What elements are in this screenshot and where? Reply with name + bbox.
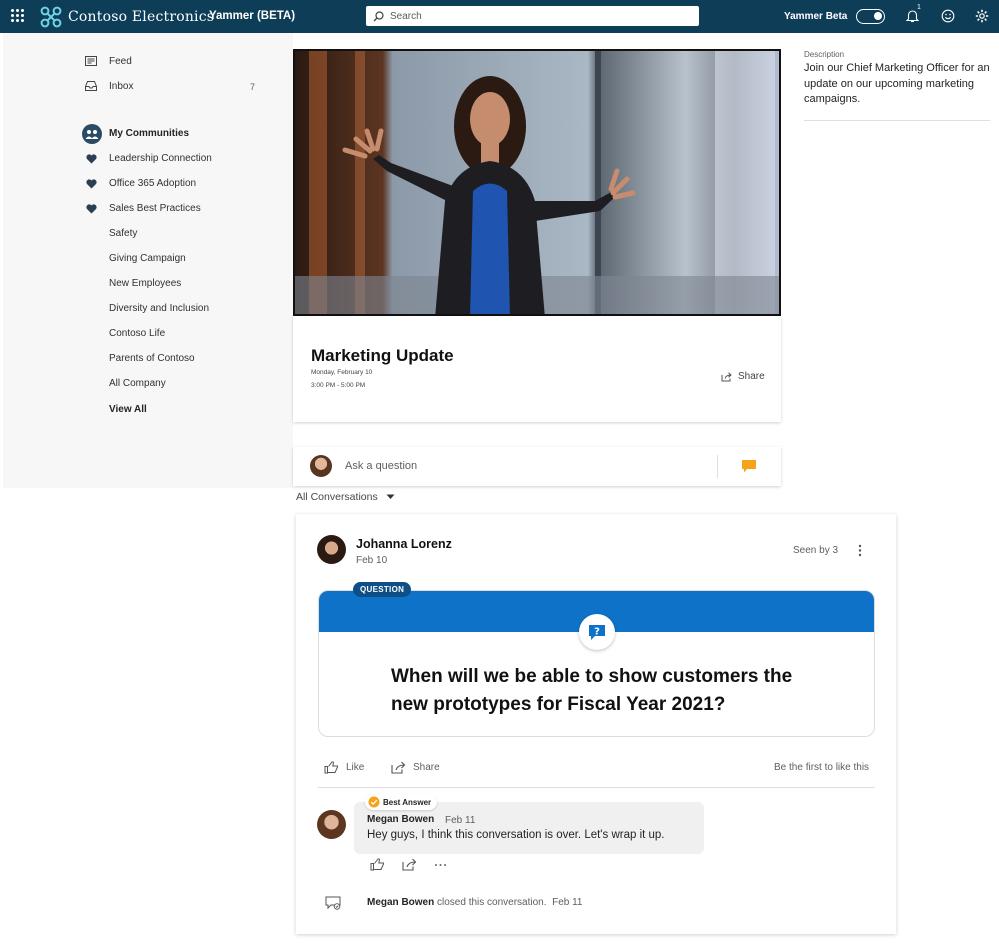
favorite-heart-icon[interactable] [86, 154, 97, 164]
question-card: ? When will we be able to show customers… [318, 590, 875, 737]
question-bubble-icon[interactable] [741, 459, 757, 474]
sidebar-item-feed[interactable]: Feed [109, 56, 132, 67]
favorite-heart-icon[interactable] [86, 179, 97, 189]
gear-icon[interactable] [975, 9, 989, 23]
event-share-button[interactable]: Share [721, 371, 765, 382]
avatar [310, 455, 332, 477]
like-summary: Be the first to like this [774, 762, 870, 773]
share-icon [721, 371, 732, 381]
event-share-label: Share [738, 371, 765, 382]
closed-conversation-text: Megan Bowen closed this conversation. Fe… [367, 897, 582, 908]
sidebar-item-inbox[interactable]: Inbox [109, 81, 133, 92]
checkmark-badge-icon [368, 796, 380, 808]
svg-text:?: ? [594, 626, 600, 637]
favorite-heart-icon[interactable] [86, 204, 97, 214]
conversation-filter-dropdown[interactable]: All Conversations [296, 491, 395, 503]
ask-question-placeholder[interactable]: Ask a question [345, 460, 417, 472]
question-text: When will we be able to show customers t… [391, 666, 793, 715]
event-video-thumbnail[interactable] [293, 49, 781, 316]
sidebar-item-all-company[interactable]: All Company [109, 378, 166, 389]
share-icon[interactable] [402, 858, 417, 871]
best-answer-label: Best Answer [383, 797, 432, 807]
description-label: Description [804, 50, 845, 59]
sidebar-item-sales-best-practices[interactable]: Sales Best Practices [109, 203, 201, 214]
top-bar: Contoso Electronics Yammer (BETA) Search… [0, 0, 999, 33]
conversation-card: Johanna Lorenz Feb 10 Seen by 3 QUESTION… [296, 514, 896, 934]
like-icon [324, 761, 338, 774]
avatar[interactable] [317, 810, 346, 839]
search-placeholder: Search [390, 10, 422, 22]
event-time: 3:00 PM - 5:00 PM [311, 382, 366, 389]
search-input[interactable]: Search [366, 6, 699, 26]
share-button[interactable]: Share [391, 761, 440, 774]
left-nav: Feed Inbox 7 My Communities Leadership C… [3, 33, 293, 488]
sidebar-item-diversity-and-inclusion[interactable]: Diversity and Inclusion [109, 303, 209, 314]
reply-author[interactable]: Megan Bowen [367, 814, 434, 825]
sidebar-item-parents-of-contoso[interactable]: Parents of Contoso [109, 353, 195, 364]
sidebar-item-contoso-life[interactable]: Contoso Life [109, 328, 165, 339]
notification-count: 1 [917, 4, 921, 11]
description-text: Join our Chief Marketing Officer for an … [804, 62, 990, 105]
question-icon: ? [579, 614, 615, 650]
share-icon [391, 761, 406, 774]
like-icon[interactable] [370, 858, 385, 871]
event-info-card: Marketing Update Monday, February 10 3:0… [293, 316, 781, 422]
share-label: Share [413, 762, 440, 773]
reply-body: Hey guys, I think this conversation is o… [367, 829, 665, 841]
more-options-icon[interactable] [858, 544, 862, 557]
ask-question-composer[interactable]: Ask a question [293, 447, 781, 486]
communities-icon [82, 124, 102, 144]
event-date: Monday, February 10 [311, 369, 373, 376]
sidebar-item-leadership-connection[interactable]: Leadership Connection [109, 153, 212, 164]
best-answer-badge: Best Answer [365, 794, 438, 810]
contoso-logo-icon [40, 6, 62, 28]
closed-by-author[interactable]: Megan Bowen [367, 897, 434, 908]
app-launcher-icon[interactable] [11, 9, 25, 23]
inbox-icon [85, 81, 97, 91]
closed-message: closed this conversation. [437, 897, 547, 908]
like-label: Like [346, 762, 365, 773]
divider [318, 787, 875, 788]
post-author[interactable]: Johanna Lorenz [356, 537, 452, 551]
beta-toggle[interactable] [856, 9, 885, 24]
conversation-filter-label: All Conversations [296, 491, 378, 503]
app-name[interactable]: Yammer (BETA) [209, 10, 295, 22]
post-date[interactable]: Feb 10 [356, 555, 387, 566]
seen-by-count[interactable]: Seen by 3 [793, 545, 838, 556]
divider [717, 455, 718, 478]
inbox-count: 7 [250, 82, 256, 92]
reply-date[interactable]: Feb 11 [445, 815, 475, 826]
closed-date: Feb 11 [552, 897, 583, 908]
feedback-smiley-icon[interactable] [941, 9, 955, 23]
chevron-down-icon [386, 494, 395, 499]
feed-icon [85, 56, 97, 66]
question-badge: QUESTION [353, 582, 412, 597]
beta-toggle-label: Yammer Beta [784, 11, 848, 22]
view-all-link[interactable]: View All [109, 404, 147, 415]
reply-actions [370, 858, 447, 871]
closed-conversation-icon [325, 896, 341, 910]
more-horizontal-icon[interactable] [434, 863, 447, 867]
sidebar-item-office-365-adoption[interactable]: Office 365 Adoption [109, 178, 196, 189]
sidebar-item-giving-campaign[interactable]: Giving Campaign [109, 253, 186, 264]
brand-name[interactable]: Contoso Electronics [68, 9, 214, 25]
description-divider [804, 120, 990, 121]
avatar[interactable] [317, 535, 346, 564]
bell-icon[interactable] [906, 9, 919, 23]
my-communities-header[interactable]: My Communities [109, 128, 189, 139]
presenter-image [295, 51, 779, 314]
sidebar-item-new-employees[interactable]: New Employees [109, 278, 181, 289]
event-title: Marketing Update [311, 346, 454, 365]
search-icon [373, 10, 384, 21]
like-button[interactable]: Like [324, 761, 364, 774]
sidebar-item-safety[interactable]: Safety [109, 228, 137, 239]
